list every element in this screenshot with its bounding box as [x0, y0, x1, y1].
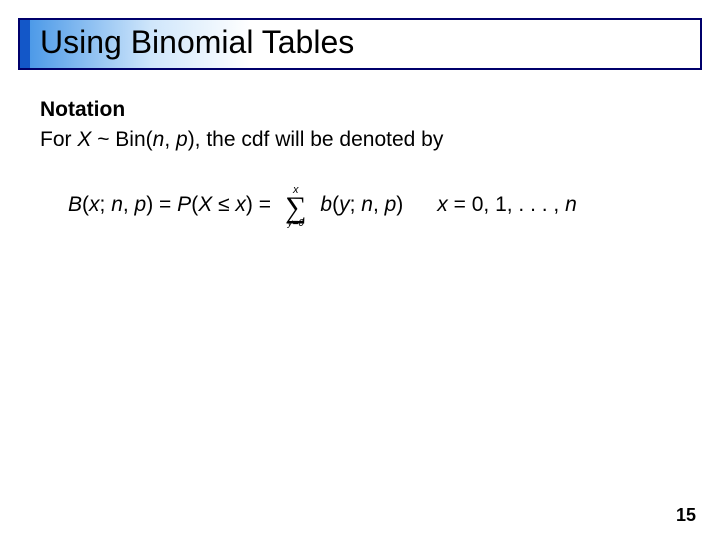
range-eq: = 0, 1, . . . ,	[448, 193, 565, 216]
var-X: X	[77, 128, 91, 151]
range-n: n	[565, 193, 577, 216]
var-n3: n	[361, 193, 373, 216]
slide-body: Notation For X ~ Bin(n, p), the cdf will…	[40, 96, 680, 227]
title-accent-bar	[20, 20, 30, 68]
sym-b: b	[320, 193, 332, 216]
formula-lhs: B(x; n, p) = P(X ≤ x) =	[68, 191, 271, 219]
formula-range: x = 0, 1, . . . , n	[437, 191, 577, 219]
var-p: p	[176, 128, 188, 151]
text-comma: ,	[164, 128, 176, 151]
var-x: x	[89, 193, 100, 216]
sym-open: (	[82, 193, 89, 216]
text-for: For	[40, 128, 77, 151]
sum-lower: y=0	[287, 219, 303, 229]
var-y: y	[339, 193, 350, 216]
notation-line: For X ~ Bin(n, p), the cdf will be denot…	[40, 126, 680, 154]
sym-P: P	[177, 193, 191, 216]
var-p3: p	[385, 193, 397, 216]
rhs-sep1: ;	[350, 193, 362, 216]
page-number: 15	[676, 505, 696, 526]
rhs-sep2: ,	[373, 193, 385, 216]
title-bar: Using Binomial Tables	[18, 18, 702, 70]
P-close-eq: ) =	[246, 193, 271, 216]
text-post: ), the cdf will be denoted by	[188, 128, 444, 151]
var-n2: n	[111, 193, 123, 216]
var-x2: x	[235, 193, 246, 216]
close-eq: ) =	[146, 193, 177, 216]
summation: x ∑ y=0	[285, 185, 306, 229]
sym-B: B	[68, 193, 82, 216]
le: ≤	[212, 193, 235, 216]
slide-title: Using Binomial Tables	[40, 24, 354, 61]
slide: Using Binomial Tables Notation For X ~ B…	[0, 0, 720, 540]
notation-heading: Notation	[40, 96, 680, 124]
var-n: n	[153, 128, 165, 151]
sep2: ,	[123, 193, 135, 216]
sigma-icon: ∑	[285, 194, 306, 221]
formula-row: B(x; n, p) = P(X ≤ x) = x ∑ y=0 b(y; n, …	[68, 183, 680, 227]
text-bin-open: ~ Bin(	[91, 128, 152, 151]
formula-rhs: b(y; n, p)	[320, 191, 403, 219]
var-X2: X	[198, 193, 212, 216]
sep1: ;	[100, 193, 112, 216]
rhs-close: )	[396, 193, 403, 216]
range-x: x	[437, 193, 448, 216]
var-p2: p	[135, 193, 147, 216]
